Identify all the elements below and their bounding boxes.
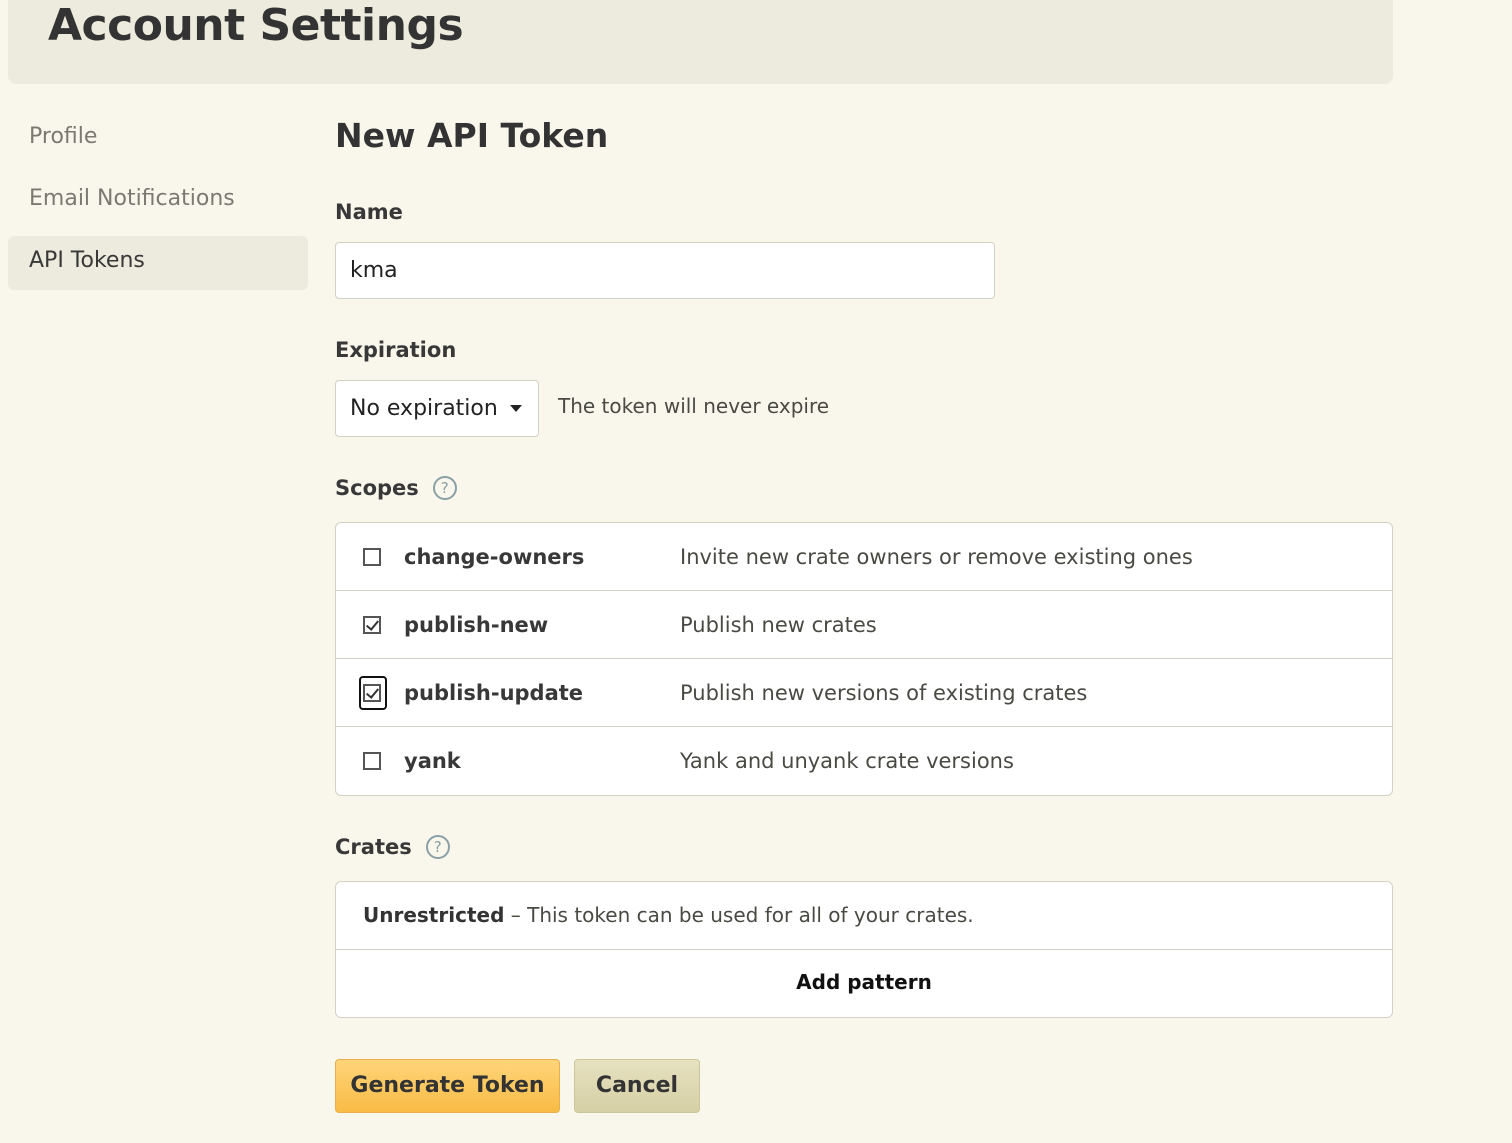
form-title: New API Token [335, 116, 609, 155]
scope-checkbox-change-owners[interactable] [363, 548, 381, 566]
scope-row-publish-new: publish-new Publish new crates [336, 591, 1392, 659]
scope-name: publish-update [404, 680, 584, 705]
sidebar-item-profile[interactable]: Profile [8, 112, 308, 166]
name-label: Name [335, 200, 403, 224]
scope-description: Publish new crates [680, 612, 877, 637]
scope-checkbox-publish-update[interactable] [363, 684, 381, 702]
crates-scope-row: Unrestricted – This token can be used fo… [336, 882, 1392, 950]
token-name-input[interactable] [335, 242, 995, 299]
scope-row-yank: yank Yank and unyank crate versions [336, 727, 1392, 795]
scopes-list: change-owners Invite new crate owners or… [335, 522, 1393, 796]
scope-description: Publish new versions of existing crates [680, 680, 1088, 705]
scope-name: publish-new [404, 612, 549, 637]
crates-label: Crates [335, 835, 412, 859]
scope-checkbox-publish-new[interactable] [363, 616, 381, 634]
new-token-form: New API Token Name Expiration No expirat… [335, 112, 1393, 1113]
cancel-button[interactable]: Cancel [574, 1059, 700, 1113]
scope-name: yank [404, 749, 461, 773]
caret-down-icon [510, 405, 522, 412]
sidebar-item-api-tokens[interactable]: API Tokens [8, 236, 308, 290]
add-pattern-button[interactable]: Add pattern [336, 950, 1392, 1017]
scope-description: Yank and unyank crate versions [680, 749, 1014, 773]
expiration-select[interactable]: No expiration [335, 380, 539, 437]
scope-name: change-owners [404, 544, 585, 569]
help-icon[interactable]: ? [425, 835, 450, 859]
expiration-note: The token will never expire [558, 394, 830, 418]
scope-description: Invite new crate owners or remove existi… [680, 544, 1193, 569]
scope-checkbox-yank[interactable] [363, 752, 381, 770]
scopes-label: Scopes [335, 476, 419, 500]
sidebar-item-email-notifications[interactable]: Email Notifications [8, 174, 308, 228]
help-icon[interactable]: ? [432, 476, 457, 500]
crates-unrestricted: Unrestricted [363, 903, 505, 927]
expiration-value: No expiration [350, 396, 498, 421]
expiration-label: Expiration [335, 338, 457, 362]
crates-note: – This token can be used for all of your… [504, 903, 974, 927]
scope-row-change-owners: change-owners Invite new crate owners or… [336, 523, 1392, 591]
generate-token-button[interactable]: Generate Token [335, 1059, 560, 1113]
page-header: Account Settings [8, 0, 1393, 84]
page-title: Account Settings [48, 0, 464, 51]
scopes-heading: Scopes ? [335, 476, 457, 500]
crates-box: Unrestricted – This token can be used fo… [335, 881, 1393, 1018]
settings-sidebar: Profile Email Notifications API Tokens [8, 112, 308, 298]
crates-heading: Crates ? [335, 835, 450, 859]
scope-row-publish-update: publish-update Publish new versions of e… [336, 659, 1392, 727]
